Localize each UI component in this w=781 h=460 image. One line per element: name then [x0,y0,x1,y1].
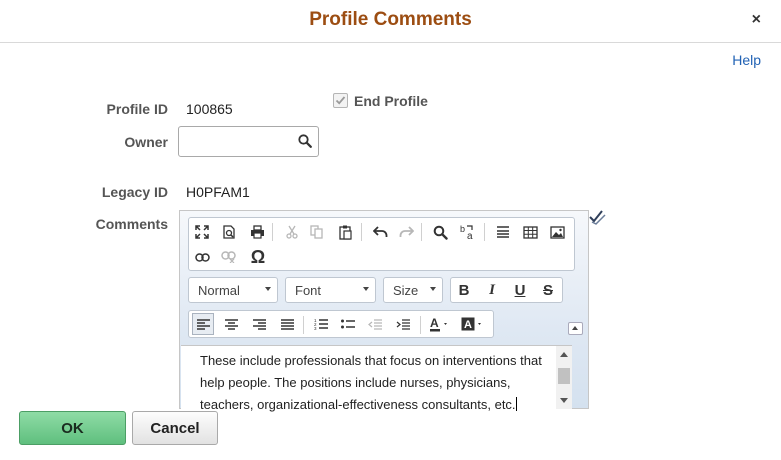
checkmark-icon [335,96,346,105]
replace-icon[interactable]: ba [457,221,479,243]
scroll-down-icon[interactable] [560,398,568,403]
increase-indent-icon[interactable] [392,313,414,335]
undo-icon[interactable] [369,221,391,243]
bold-button[interactable]: B [453,279,475,301]
editor-content-area[interactable]: These include professionals that focus o… [181,345,572,412]
help-link[interactable]: Help [732,52,761,68]
preview-icon[interactable] [218,221,240,243]
comment-text: These include professionals that focus o… [200,353,542,412]
chevron-down-icon [363,287,369,291]
align-justify-icon[interactable] [276,313,298,335]
editor-scrollbar[interactable] [556,346,572,409]
owner-label: Owner [124,134,168,150]
paragraph-toolbar: 123 A A [188,310,494,338]
scrollbar-thumb[interactable] [558,368,570,384]
chevron-down-icon [430,287,436,291]
size-dropdown[interactable]: Size [383,277,443,303]
copy-icon[interactable] [306,221,328,243]
toolbar-collapse-icon[interactable] [568,322,583,335]
basic-styles-group: B I U S [450,277,563,303]
maximize-icon[interactable] [191,221,213,243]
rich-text-editor: ba Ω Normal Font Size B I U S 1 2 3 A A … [179,210,589,412]
paste-icon[interactable] [335,221,357,243]
toolbar-separator [420,316,421,334]
format-dropdown-value: Normal [198,283,240,298]
end-profile-checkbox[interactable] [333,93,348,108]
svg-text:A: A [430,317,439,330]
toolbar-separator [272,223,273,241]
background-color-button[interactable]: A [459,313,489,335]
svg-text:a: a [467,231,473,240]
strikethrough-button[interactable]: S [537,279,559,301]
toolbar-separator [484,223,485,241]
italic-button[interactable]: I [481,279,503,301]
editor-text: These include professionals that focus o… [200,350,560,416]
owner-field [178,126,319,157]
dialog-title: Profile Comments [309,9,472,30]
svg-text:b: b [460,224,465,234]
chevron-down-icon [265,287,271,291]
svg-text:A: A [464,319,472,331]
dialog-titlebar: Profile Comments × [0,0,781,43]
format-dropdown[interactable]: Normal [188,277,278,303]
bulleted-list-icon[interactable] [337,313,359,335]
font-dropdown[interactable]: Font [285,277,376,303]
align-center-icon[interactable] [220,313,242,335]
cut-icon[interactable] [281,221,303,243]
table-icon[interactable] [519,221,541,243]
align-right-icon[interactable] [248,313,270,335]
profile-id-value: 100865 [186,101,233,117]
size-dropdown-value: Size [393,283,419,298]
svg-text:3: 3 [314,326,317,330]
link-icon[interactable] [191,246,213,268]
toolbar-separator [361,223,362,241]
profile-id-label: Profile ID [106,101,168,117]
text-color-button[interactable]: A [427,313,455,335]
decrease-indent-icon[interactable] [364,313,386,335]
scroll-up-icon[interactable] [560,352,568,357]
close-icon[interactable]: × [752,11,761,29]
horizontal-line-icon[interactable] [492,221,514,243]
toolbar-separator [421,223,422,241]
end-profile-label: End Profile [354,93,428,109]
print-icon[interactable] [246,221,268,243]
special-character-icon[interactable]: Ω [247,246,269,268]
toolbar-separator [303,316,304,334]
numbered-list-icon[interactable]: 123 [310,313,332,335]
redo-icon[interactable] [395,221,417,243]
search-icon[interactable] [298,134,312,148]
find-icon[interactable] [429,221,451,243]
legacy-id-label: Legacy ID [101,184,168,200]
spellcheck-icon[interactable] [588,209,608,225]
image-icon[interactable] [546,221,568,243]
owner-input[interactable] [183,131,291,154]
font-dropdown-value: Font [295,283,322,298]
editor-toolbar-top: ba Ω [188,217,575,271]
underline-button[interactable]: U [509,279,531,301]
ok-button[interactable]: OK [19,411,126,445]
text-cursor [515,397,517,411]
comments-label: Comments [95,216,168,232]
unlink-icon[interactable] [218,246,240,268]
legacy-id-value: H0PFAM1 [186,184,250,200]
align-left-icon[interactable] [192,313,214,335]
cancel-button[interactable]: Cancel [132,411,218,445]
